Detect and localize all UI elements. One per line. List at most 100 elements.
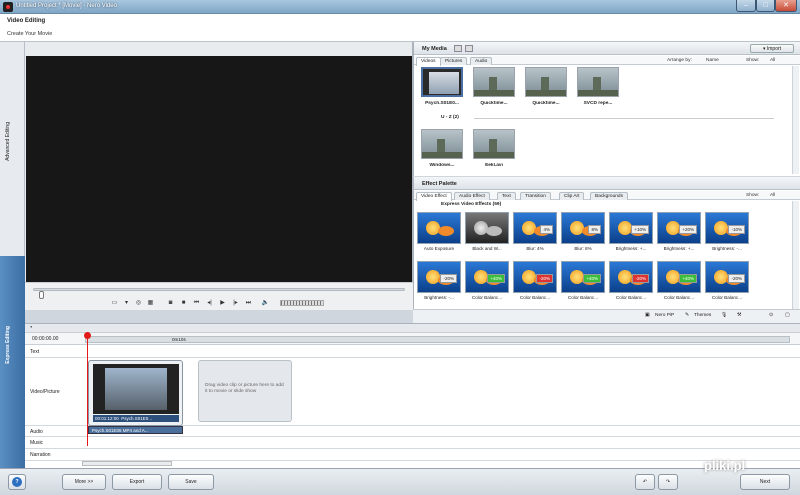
ruler-bar[interactable]	[85, 336, 790, 343]
step-forward-icon[interactable]: |▸	[230, 298, 241, 308]
tab-text[interactable]: Text	[497, 192, 516, 200]
speaker-icon[interactable]: 🔈	[260, 298, 271, 308]
tab-audio[interactable]: Audio	[470, 57, 493, 65]
effect-label: Color Balanc...	[663, 295, 695, 300]
monitor-icon[interactable]: ▭	[109, 298, 120, 308]
next-icon[interactable]: ⏭	[243, 298, 254, 308]
effect-thumb[interactable]: -20%	[705, 261, 749, 293]
effect-badge: -20%	[728, 274, 745, 283]
tab-backgrounds[interactable]: Backgrounds	[590, 192, 628, 200]
scrubber-handle[interactable]	[39, 291, 44, 299]
effect-thumb[interactable]: +40%	[465, 261, 509, 293]
media-thumb-quicktime-2[interactable]	[525, 67, 567, 97]
play-icon[interactable]: ▶	[217, 298, 228, 308]
stop-icon[interactable]: ■	[178, 298, 189, 308]
media-thumb-svcd[interactable]	[577, 67, 619, 97]
chevron-down-icon[interactable]: ▾	[121, 298, 132, 308]
video-clip[interactable]: 00:01:12:00 Psych.S01E0...	[88, 360, 183, 426]
audio-clip[interactable]: Psych.S01E06 MP4 and A...	[88, 426, 183, 434]
camera-icon[interactable]: ◙	[165, 298, 176, 308]
effect-thumb[interactable]: +10%	[609, 212, 653, 244]
express-editing-tab[interactable]: Express Editing	[0, 256, 25, 468]
clip-thumbnail	[93, 364, 179, 414]
playhead[interactable]	[87, 334, 88, 446]
undo-button[interactable]: ↶	[635, 474, 655, 490]
snapshot-icon[interactable]: ◎	[133, 298, 144, 308]
help-button[interactable]: ?	[8, 474, 26, 490]
show-select[interactable]: All	[770, 58, 775, 63]
effect-thumb[interactable]: +20%	[657, 212, 701, 244]
effect-thumb[interactable]: 8%	[561, 212, 605, 244]
close-button[interactable]: ✕	[775, 0, 797, 12]
effect-label: Color Balanc...	[711, 295, 743, 300]
import-button[interactable]: ▾ Import	[750, 44, 794, 53]
media-thumb-psych[interactable]	[421, 67, 463, 97]
show-select[interactable]: All	[770, 193, 775, 198]
nero-pip-button[interactable]: Nero PiP	[655, 313, 674, 318]
arrange-label: Arrange by:	[667, 58, 692, 63]
effect-label: Blur: 8%	[574, 246, 592, 251]
tools-icon[interactable]: ⚒	[737, 313, 741, 318]
clip-drop-zone[interactable]: Drag video clip or picture here to add i…	[198, 360, 292, 422]
tab-video-effect[interactable]: Video Effect	[416, 192, 452, 201]
pip-icon[interactable]: ▣	[645, 313, 650, 318]
track-label: Text	[30, 349, 40, 355]
previous-icon[interactable]: ⏮	[191, 298, 202, 308]
timeline-zoom-slider[interactable]	[82, 461, 172, 466]
step-back-icon[interactable]: ◂|	[204, 298, 215, 308]
media-thumb-quicktime-1[interactable]	[473, 67, 515, 97]
save-button[interactable]: Save	[168, 474, 214, 490]
ruler-mark: 0m10s	[172, 337, 186, 342]
track-label: Narration	[30, 452, 51, 458]
tab-audio-effect[interactable]: Audio Effect	[454, 192, 490, 200]
timeline-ruler[interactable]: 00:00:00.00 0m10s	[25, 333, 800, 345]
themes-button[interactable]: Themes	[694, 313, 711, 318]
themes-icon[interactable]: ✎	[685, 313, 689, 318]
aspect-icon[interactable]: ▦	[145, 298, 156, 308]
export-button[interactable]: Export	[112, 474, 162, 490]
effect-thumb[interactable]: -20%	[513, 261, 557, 293]
media-thumb-windows[interactable]	[421, 129, 463, 159]
maximize-button[interactable]: □	[756, 0, 775, 12]
track-music[interactable]: Music	[25, 437, 800, 449]
view-list-icon[interactable]	[454, 45, 462, 52]
media-scrollbar[interactable]	[792, 66, 799, 174]
microphone-icon[interactable]: 🎙	[721, 313, 727, 318]
redo-button[interactable]: ↷	[658, 474, 678, 490]
show-label: Show:	[746, 58, 760, 63]
section-label: U - Z (2)	[441, 115, 459, 120]
fit-icon[interactable]: ▢	[785, 313, 790, 318]
advanced-editing-tab[interactable]: Advanced Editing	[0, 42, 25, 256]
track-label: Music	[30, 440, 44, 446]
track-text[interactable]: Text	[25, 346, 800, 358]
effect-thumb[interactable]	[417, 212, 461, 244]
tab-clip-art[interactable]: Clip Art	[559, 192, 585, 200]
show-label: Show:	[746, 193, 760, 198]
arrange-select[interactable]: Name	[706, 58, 719, 63]
view-thumbs-icon[interactable]	[465, 45, 473, 52]
minimize-button[interactable]: –	[736, 0, 756, 12]
effect-thumb[interactable]: +40%	[657, 261, 701, 293]
my-media-title: My Media	[422, 46, 447, 52]
express-editing-label: Express Editing	[5, 326, 11, 364]
preview-panel	[25, 42, 413, 310]
media-thumb-eekl[interactable]	[473, 129, 515, 159]
effect-thumb[interactable]	[465, 212, 509, 244]
tab-pictures[interactable]: Pictures	[440, 57, 468, 65]
effect-thumb[interactable]: +40%	[561, 261, 605, 293]
preview-scrubber[interactable]	[33, 288, 405, 299]
tab-transition[interactable]: Transition	[520, 192, 551, 200]
effect-thumb[interactable]: 4%	[513, 212, 557, 244]
more-button[interactable]: More >>	[62, 474, 106, 490]
effects-scrollbar[interactable]	[792, 201, 799, 309]
effect-badge: +40%	[679, 274, 697, 283]
window-title: Untitled Project * [Movie] - Nero Video	[16, 3, 117, 9]
effect-thumb[interactable]: -10%	[705, 212, 749, 244]
tab-videos[interactable]: Videos	[416, 57, 441, 66]
effect-thumb[interactable]: -20%	[609, 261, 653, 293]
volume-slider[interactable]	[280, 300, 324, 306]
settings-icon[interactable]: ⊙	[769, 313, 773, 318]
collapse-icon[interactable]: ◔	[29, 325, 33, 331]
track-narration[interactable]: Narration	[25, 449, 800, 461]
effect-thumb[interactable]: -20%	[417, 261, 461, 293]
